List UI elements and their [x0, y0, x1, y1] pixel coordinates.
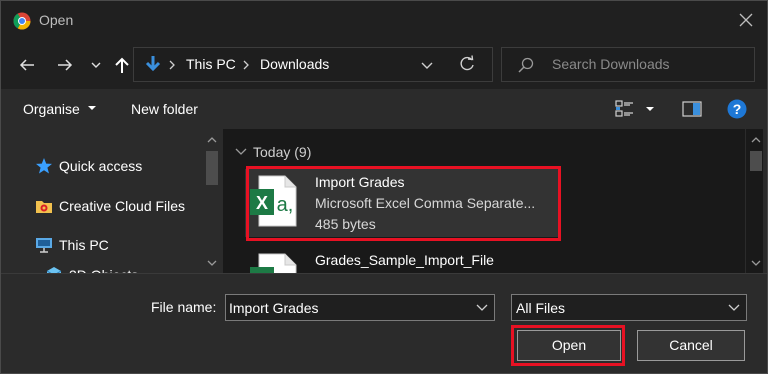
group-label: Today (9) [253, 144, 312, 160]
navigation-pane: Quick access Creative Cloud Files This P… [1, 129, 222, 283]
search-placeholder: Search Downloads [552, 56, 670, 72]
creative-cloud-folder-icon [36, 201, 52, 213]
navigation-pane-scrollbar[interactable] [202, 129, 219, 273]
view-dropdown-icon[interactable] [645, 104, 655, 114]
sidebar-item-label: Quick access [59, 158, 143, 174]
download-arrow-icon [145, 56, 161, 72]
scrollbar-thumb[interactable] [206, 151, 218, 185]
file-item-grades-sample-import-file[interactable]: X a, Grades_Sample_Import_File Microsoft… [245, 247, 559, 273]
scroll-up-icon[interactable] [750, 134, 762, 146]
navigation-bar: This PC Downloads Search Downloads [1, 41, 767, 89]
star-icon [36, 158, 52, 174]
search-icon [518, 57, 534, 73]
sidebar-item-label: This PC [59, 237, 109, 253]
organise-button[interactable]: Organise [23, 101, 80, 117]
breadcrumb-separator-icon[interactable] [166, 58, 178, 72]
scroll-down-icon[interactable] [206, 257, 218, 269]
highlight-outline-selected-file [246, 166, 561, 241]
file-list: Today (9) X a, Import Grades Microsoft E… [223, 129, 745, 273]
scroll-down-icon[interactable] [750, 257, 762, 269]
file-name-label: File name: [151, 299, 217, 315]
recent-locations-chevron-icon[interactable] [89, 58, 103, 72]
help-icon[interactable]: ? [727, 99, 747, 119]
svg-text:?: ? [733, 101, 742, 117]
scroll-up-icon[interactable] [206, 134, 218, 146]
command-toolbar: Organise New folder ? [1, 89, 767, 129]
chevron-down-icon[interactable] [235, 147, 247, 157]
sidebar-item-label: Creative Cloud Files [59, 198, 186, 214]
dialog-title: Open [39, 12, 74, 28]
address-dropdown-chevron-icon[interactable] [420, 58, 434, 72]
scrollbar-thumb[interactable] [750, 151, 762, 171]
breadcrumb-downloads[interactable]: Downloads [260, 56, 329, 72]
forward-arrow-icon[interactable] [55, 55, 75, 75]
address-bar[interactable]: This PC Downloads [133, 47, 493, 82]
chrome-icon [13, 12, 31, 30]
file-name: Grades_Sample_Import_File [315, 252, 494, 268]
back-arrow-icon[interactable] [17, 55, 37, 75]
file-type-filter-value: All Files [516, 300, 566, 316]
chevron-down-icon[interactable] [728, 303, 740, 313]
breadcrumb-this-pc[interactable]: This PC [186, 56, 236, 72]
new-folder-button[interactable]: New folder [131, 101, 198, 117]
file-list-scrollbar[interactable] [746, 129, 763, 273]
open-file-dialog: Open This PC Downloads Search Downloads … [0, 0, 768, 374]
chevron-down-icon[interactable] [476, 303, 488, 313]
title-bar: Open [1, 1, 767, 41]
excel-csv-icon: X a, [250, 253, 297, 273]
computer-icon [36, 238, 52, 253]
up-arrow-icon[interactable] [112, 55, 132, 75]
change-view-icon[interactable] [615, 99, 635, 119]
file-name-input[interactable]: Import Grades [225, 294, 495, 321]
organise-dropdown-icon[interactable] [87, 103, 97, 113]
refresh-icon[interactable] [458, 55, 476, 73]
search-box[interactable]: Search Downloads [501, 47, 755, 82]
dialog-footer: File name: Import Grades All Files Open … [1, 273, 767, 373]
file-type-filter-select[interactable]: All Files [511, 294, 747, 321]
file-name-value: Import Grades [229, 300, 319, 316]
cancel-button[interactable]: Cancel [637, 330, 745, 361]
preview-pane-icon[interactable] [682, 99, 702, 119]
breadcrumb-separator-icon[interactable] [240, 58, 252, 72]
close-icon[interactable] [736, 10, 756, 30]
highlight-outline-open-button [511, 325, 625, 366]
